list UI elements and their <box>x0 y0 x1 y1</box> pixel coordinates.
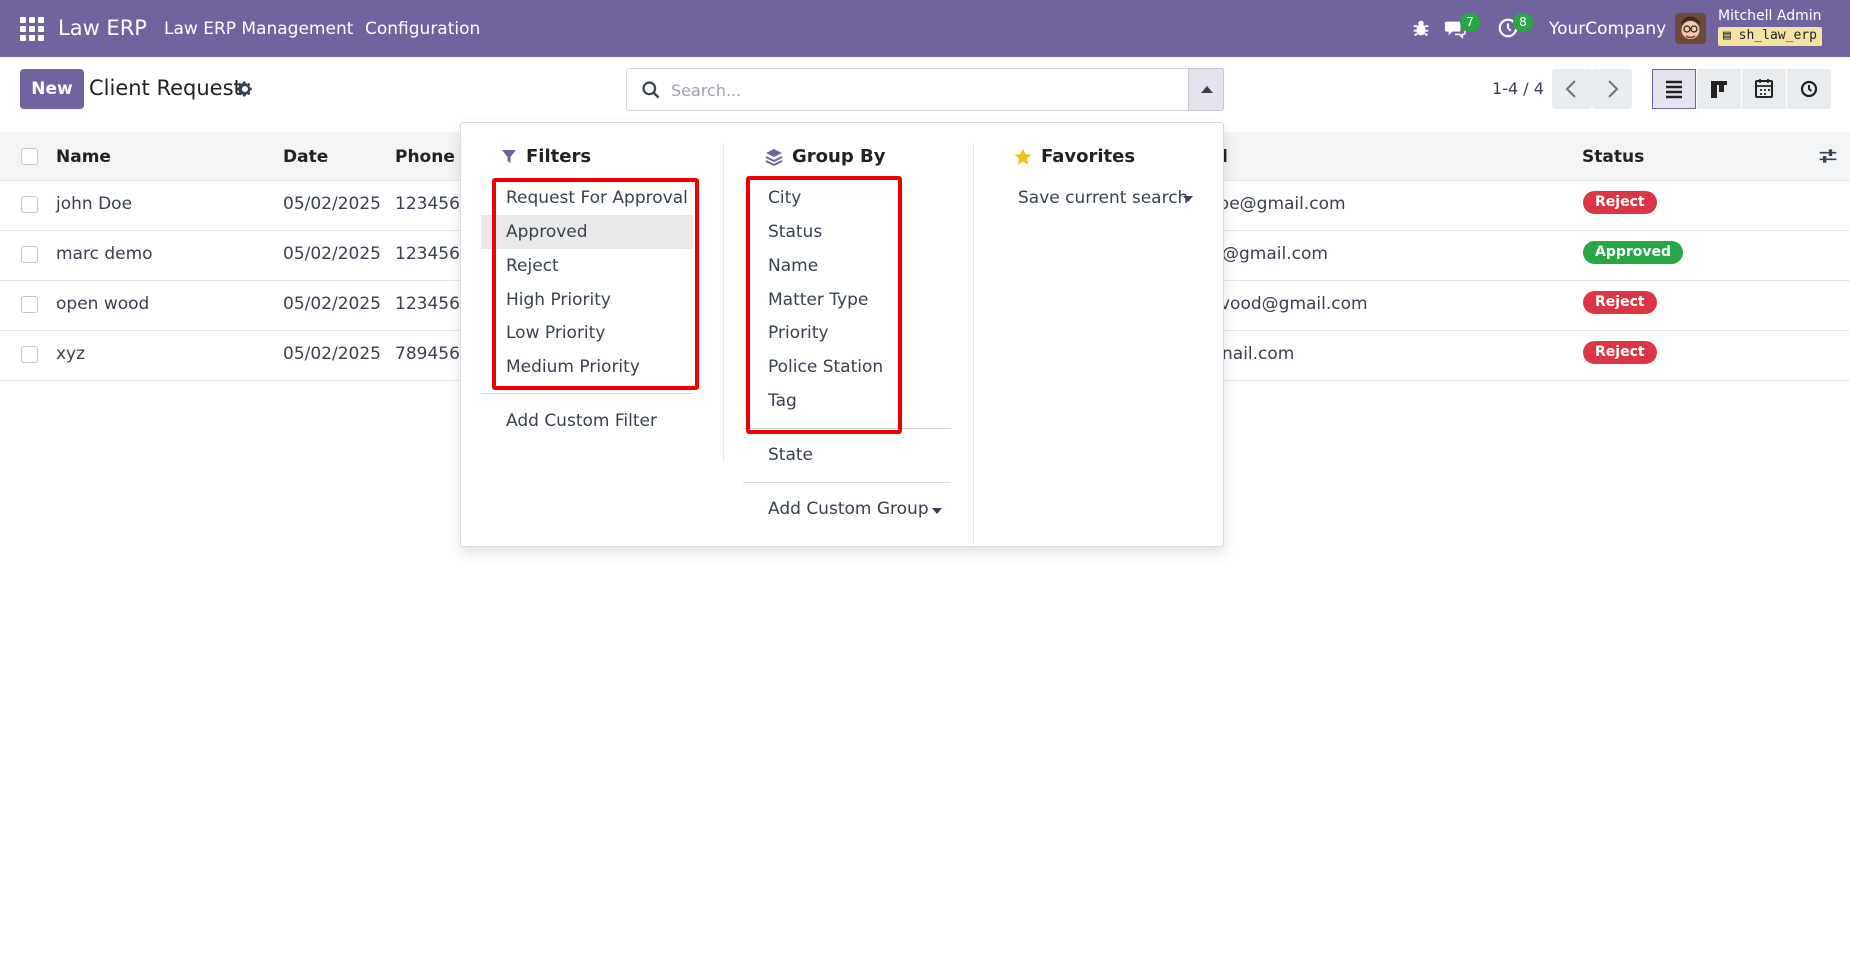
activity-view-button[interactable] <box>1787 69 1831 109</box>
filter-icon <box>502 150 516 163</box>
database-icon: ▤ <box>1723 28 1731 43</box>
row-checkbox[interactable] <box>21 196 38 213</box>
menu-law-erp-management[interactable]: Law ERP Management <box>164 19 353 39</box>
search-box <box>626 68 1224 111</box>
apps-menu-icon[interactable] <box>20 17 44 41</box>
column-header-status[interactable]: Status <box>1582 147 1644 167</box>
new-button[interactable]: New <box>20 69 84 109</box>
row-checkbox[interactable] <box>21 246 38 263</box>
add-custom-group-select[interactable]: Add Custom Group <box>768 499 929 519</box>
column-divider <box>973 143 974 545</box>
chevron-left-icon <box>1565 80 1576 98</box>
calendar-icon <box>1755 79 1773 98</box>
group-by-heading: Group By <box>792 146 886 167</box>
optional-columns-sliders-icon[interactable] <box>1818 146 1838 166</box>
cell-date[interactable]: 05/02/2025 <box>283 194 381 214</box>
calendar-view-button[interactable] <box>1742 69 1786 109</box>
cell-date[interactable]: 05/02/2025 <box>283 294 381 314</box>
messages-count-badge: 7 <box>1460 13 1480 32</box>
chevron-right-icon <box>1608 80 1619 98</box>
search-input[interactable] <box>671 77 1171 103</box>
layers-icon <box>765 149 783 167</box>
page-title: Client Request <box>89 76 242 100</box>
column-header-date[interactable]: Date <box>283 147 328 167</box>
column-header-name[interactable]: Name <box>56 147 111 167</box>
company-switcher[interactable]: YourCompany <box>1549 19 1666 39</box>
favorites-heading: Favorites <box>1041 146 1136 167</box>
cell-name[interactable]: open wood <box>56 294 149 314</box>
row-checkbox[interactable] <box>21 346 38 363</box>
status-badge: Approved <box>1583 241 1684 264</box>
star-icon <box>1014 148 1032 165</box>
pager-next-button[interactable] <box>1592 69 1632 109</box>
status-badge: Reject <box>1583 191 1657 214</box>
top-navbar: Law ERP Law ERP Management Configuration… <box>0 0 1850 57</box>
kanban-view-button[interactable] <box>1697 69 1741 109</box>
cell-email[interactable]: nail.com <box>1222 344 1294 364</box>
save-current-search-toggle[interactable]: Save current search <box>1018 188 1188 208</box>
cell-email[interactable]: vood@gmail.com <box>1220 294 1368 314</box>
gear-icon[interactable] <box>236 80 254 98</box>
group-by-highlight-box <box>746 176 902 434</box>
group-by-divider <box>743 482 951 483</box>
bug-icon[interactable] <box>1410 17 1432 39</box>
column-divider <box>723 143 724 461</box>
user-name[interactable]: Mitchell Admin <box>1718 8 1822 24</box>
caret-down-icon <box>1183 196 1193 202</box>
app-brand[interactable]: Law ERP <box>58 16 147 40</box>
menu-configuration[interactable]: Configuration <box>365 19 480 39</box>
toggle-search-panel-button[interactable] <box>1188 68 1224 111</box>
cell-name[interactable]: marc demo <box>56 244 153 264</box>
list-icon <box>1666 80 1682 99</box>
cell-name[interactable]: john Doe <box>56 194 132 214</box>
search-icon <box>642 81 660 99</box>
cell-name[interactable]: xyz <box>56 344 85 364</box>
search-panel-dropdown: Filters Request For Approval Approved Re… <box>460 122 1224 547</box>
group-by-state[interactable]: State <box>768 445 813 465</box>
clock-icon <box>1800 80 1818 98</box>
caret-up-icon <box>1201 86 1213 93</box>
status-badge: Reject <box>1583 341 1657 364</box>
list-view-button[interactable] <box>1652 69 1696 109</box>
pager-previous-button[interactable] <box>1552 69 1592 109</box>
user-avatar[interactable] <box>1675 13 1706 44</box>
pager-value[interactable]: 1-4 / 4 <box>1492 79 1544 98</box>
filters-highlight-box <box>492 178 699 390</box>
filters-divider <box>481 393 693 394</box>
add-custom-filter-button[interactable]: Add Custom Filter <box>506 411 657 431</box>
cell-email[interactable]: doe@gmail.com <box>1208 194 1346 214</box>
caret-down-icon <box>932 508 942 514</box>
database-tag: ▤ sh_law_erp <box>1718 27 1822 46</box>
database-name: sh_law_erp <box>1738 28 1817 43</box>
cell-date[interactable]: 05/02/2025 <box>283 244 381 264</box>
filters-heading: Filters <box>526 146 592 167</box>
status-badge: Reject <box>1583 291 1657 314</box>
row-checkbox[interactable] <box>21 296 38 313</box>
cell-email[interactable]: @gmail.com <box>1222 244 1328 264</box>
kanban-icon <box>1711 81 1727 98</box>
select-all-checkbox[interactable] <box>21 148 38 165</box>
activities-count-badge: 8 <box>1513 13 1533 32</box>
cell-date[interactable]: 05/02/2025 <box>283 344 381 364</box>
